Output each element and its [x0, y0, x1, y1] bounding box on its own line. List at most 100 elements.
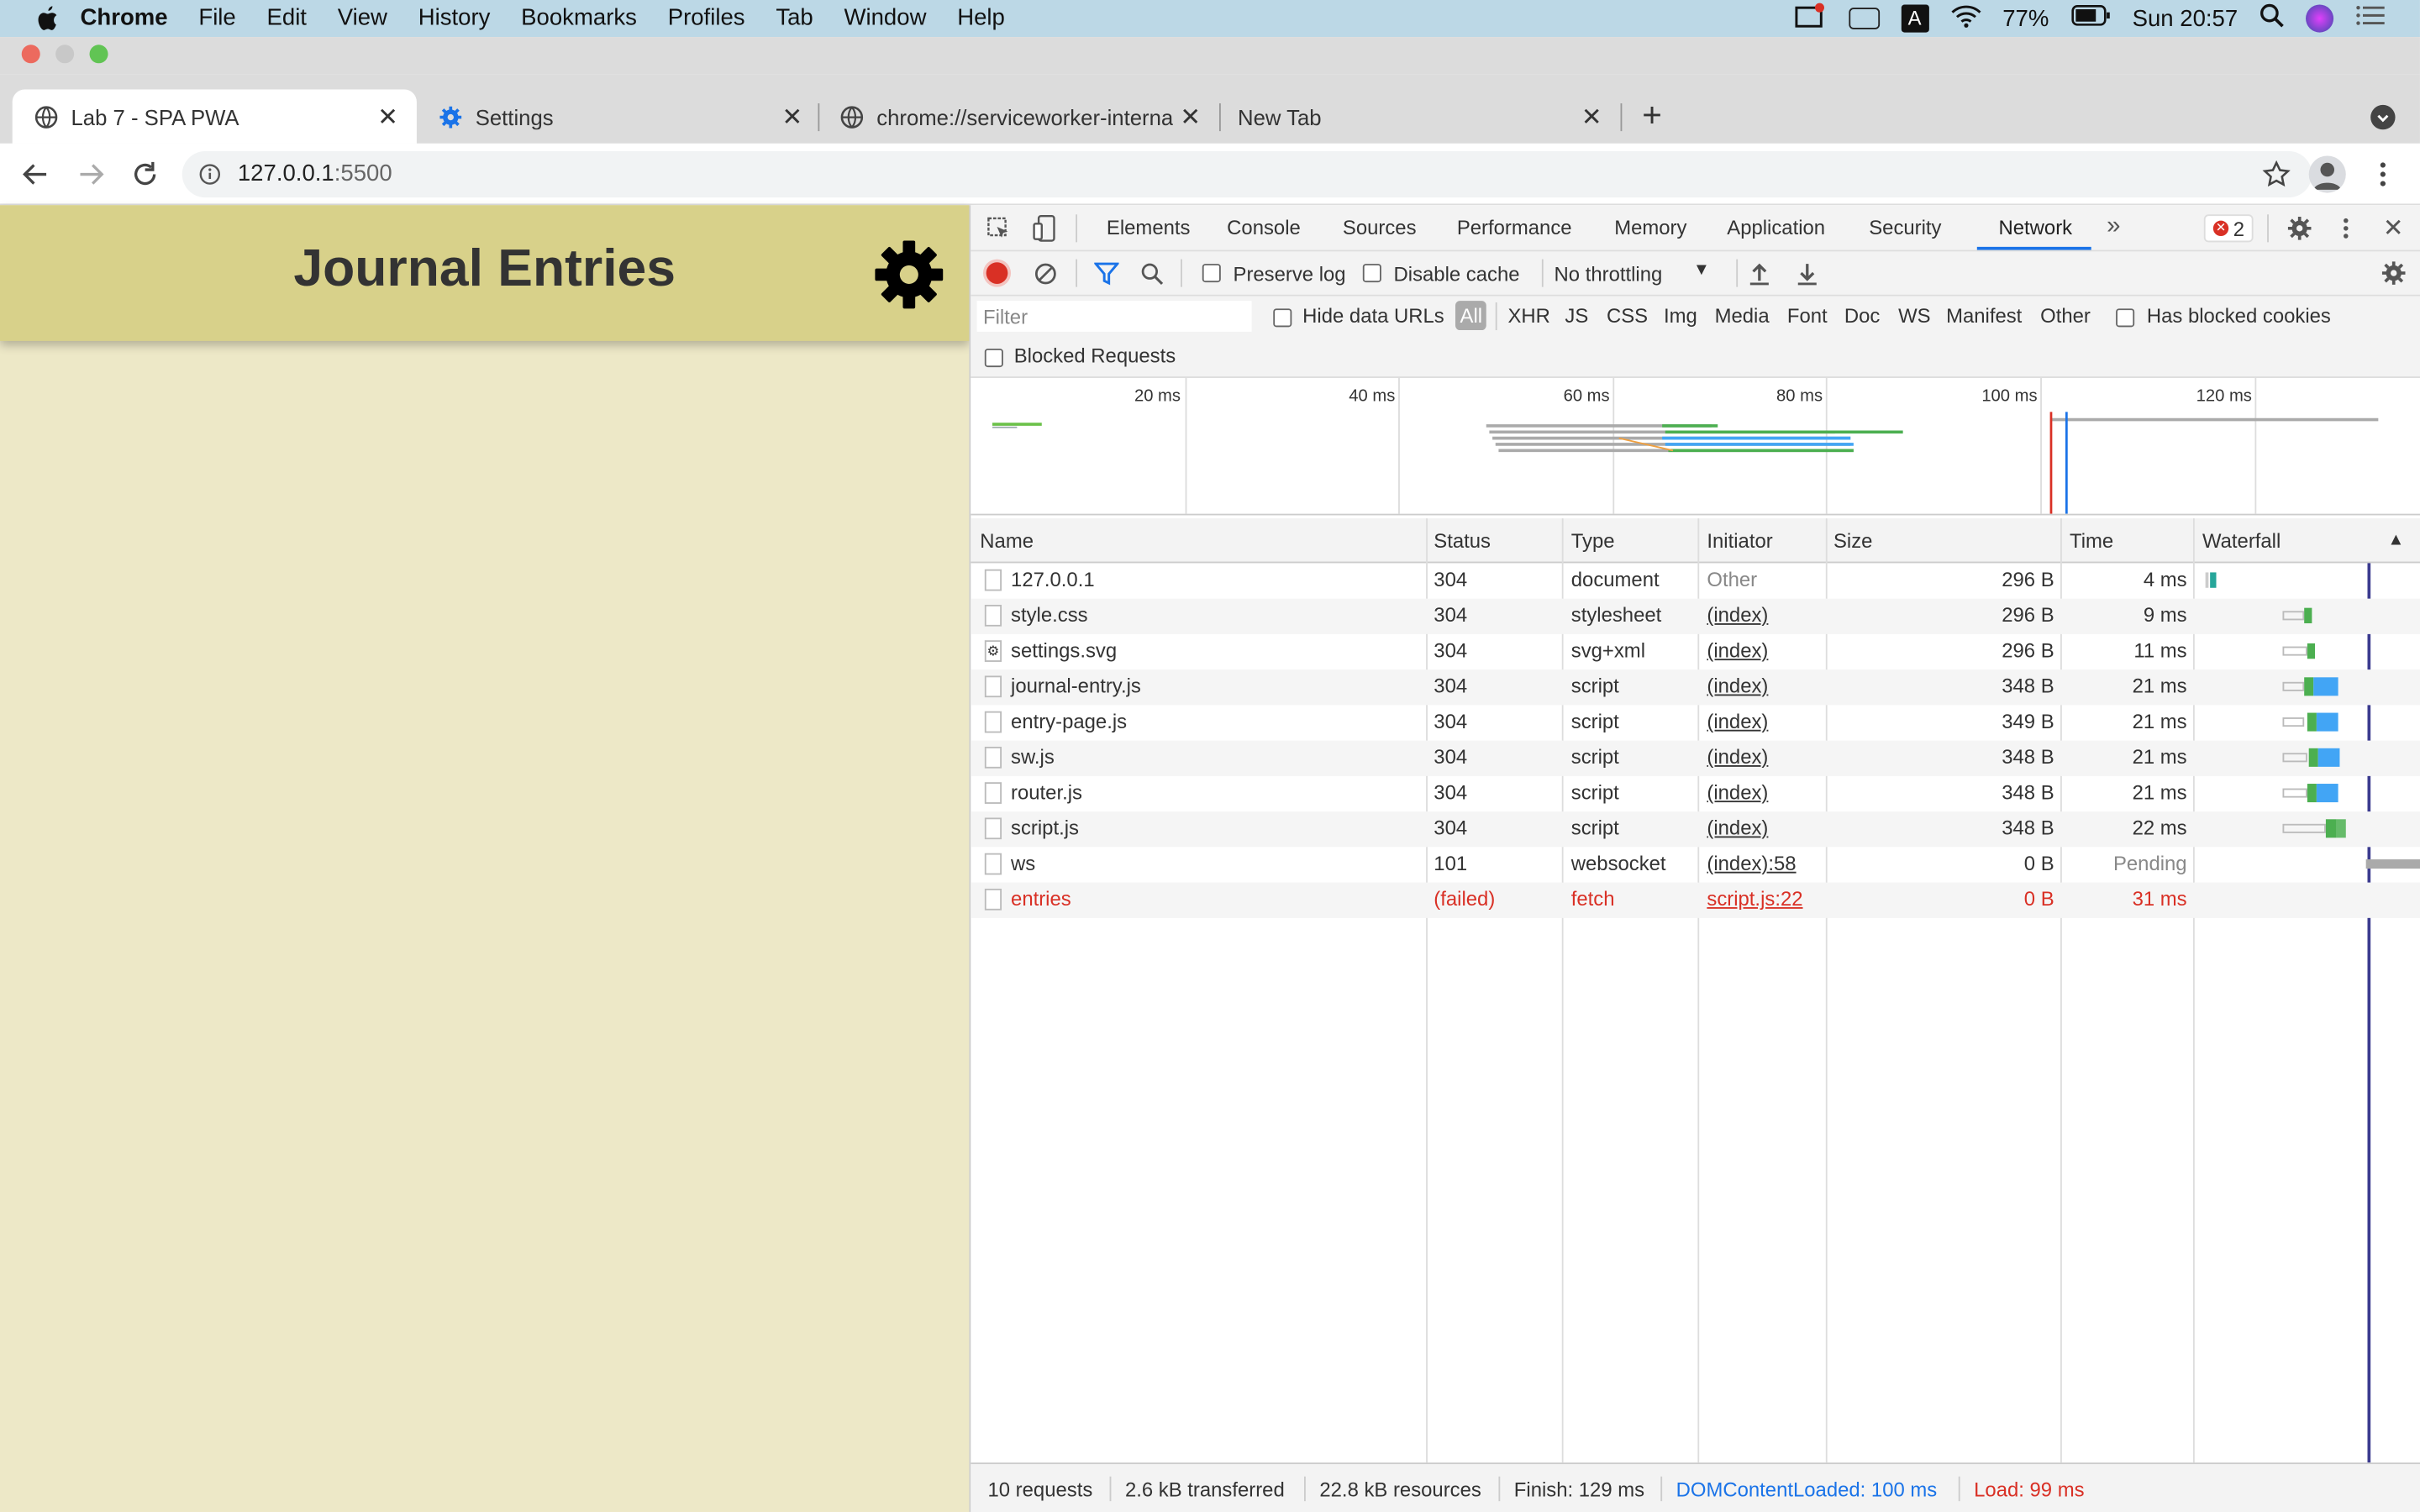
request-initiator[interactable]: script.js:22: [1707, 887, 1802, 911]
filter-type-css[interactable]: CSS: [1607, 304, 1648, 328]
wifi-icon[interactable]: [1950, 3, 1981, 34]
filter-type-doc[interactable]: Doc: [1844, 304, 1880, 328]
devtools-tab-network[interactable]: Network: [1999, 216, 2073, 239]
notification-center-icon[interactable]: [2355, 3, 2386, 34]
devtools-tab-performance[interactable]: Performance: [1457, 216, 1572, 239]
request-name[interactable]: entry-page.js: [1011, 710, 1127, 733]
column-header-type[interactable]: Type: [1571, 529, 1615, 553]
import-har-icon[interactable]: [1749, 262, 1770, 286]
blocked-requests-checkbox[interactable]: [984, 349, 1003, 368]
info-icon[interactable]: [199, 164, 221, 186]
request-name[interactable]: script.js: [1011, 816, 1079, 840]
siri-icon[interactable]: [2306, 4, 2334, 33]
filter-type-js[interactable]: JS: [1565, 304, 1588, 328]
tab-serviceworker-internals[interactable]: chrome://serviceworker-internals ✕: [818, 90, 1219, 144]
menu-help[interactable]: Help: [942, 0, 1020, 37]
column-header-size[interactable]: Size: [1833, 529, 1872, 553]
request-initiator[interactable]: (index): [1707, 603, 1768, 627]
menu-edit[interactable]: Edit: [251, 0, 322, 37]
request-name[interactable]: sw.js: [1011, 745, 1055, 769]
address-bar[interactable]: 127.0.0.1:5500: [182, 150, 2312, 198]
display-icon[interactable]: [1848, 8, 1880, 29]
tab-search-icon[interactable]: [2370, 104, 2396, 130]
input-source-icon[interactable]: A: [1901, 4, 1929, 33]
filter-funnel-icon[interactable]: [1094, 262, 1119, 286]
network-settings-gear-icon[interactable]: [2381, 260, 2406, 285]
table-row[interactable]: router.js 304 script (index) 348 B 21 ms: [971, 776, 2420, 811]
request-name[interactable]: router.js: [1011, 780, 1082, 804]
request-name[interactable]: journal-entry.js: [1011, 675, 1141, 698]
battery-icon[interactable]: [2070, 5, 2111, 33]
kebab-menu-icon[interactable]: [2374, 160, 2392, 188]
filter-type-all[interactable]: All: [1455, 301, 1487, 331]
tab-close-icon[interactable]: ✕: [781, 101, 802, 132]
request-initiator[interactable]: (index): [1707, 638, 1768, 662]
more-tabs-chevron-icon[interactable]: »: [2107, 213, 2120, 240]
export-har-icon[interactable]: [1797, 262, 1818, 286]
minimize-window-button[interactable]: [55, 45, 75, 64]
forward-arrow-icon[interactable]: [77, 160, 105, 188]
throttling-select[interactable]: No throttling ▼: [1555, 256, 1718, 290]
menubar-clock[interactable]: Sun 20:57: [2133, 5, 2238, 31]
tab-close-icon[interactable]: ✕: [1180, 101, 1201, 132]
reload-icon[interactable]: [131, 160, 159, 188]
table-row[interactable]: entries (failed) fetch script.js:22 0 B …: [971, 882, 2420, 918]
devtools-tab-sources[interactable]: Sources: [1343, 216, 1417, 239]
search-icon[interactable]: [1140, 262, 1164, 286]
filter-type-ws[interactable]: WS: [1898, 304, 1930, 328]
tab-close-icon[interactable]: ✕: [377, 101, 398, 132]
column-header-waterfall[interactable]: Waterfall: [2202, 529, 2281, 553]
disable-cache-checkbox[interactable]: [1362, 264, 1381, 283]
table-row[interactable]: script.js 304 script (index) 348 B 22 ms: [971, 811, 2420, 848]
request-initiator[interactable]: (index): [1707, 780, 1768, 804]
table-row[interactable]: ws 101 websocket (index):58 0 B Pending: [971, 847, 2420, 882]
tab-settings[interactable]: Settings ✕: [417, 90, 821, 144]
table-row[interactable]: style.css 304 stylesheet (index) 296 B 9…: [971, 598, 2420, 634]
request-name[interactable]: settings.svg: [1011, 638, 1117, 662]
hide-data-urls-checkbox[interactable]: [1273, 308, 1292, 328]
table-row[interactable]: entry-page.js 304 script (index) 349 B 2…: [971, 705, 2420, 740]
request-name[interactable]: 127.0.0.1: [1011, 568, 1095, 591]
menu-view[interactable]: View: [322, 0, 402, 37]
menu-profiles[interactable]: Profiles: [652, 0, 760, 37]
menu-bookmarks[interactable]: Bookmarks: [506, 0, 653, 37]
zoom-window-button[interactable]: [89, 45, 108, 64]
request-name[interactable]: style.css: [1011, 603, 1088, 627]
filter-input[interactable]: Filter: [976, 301, 1252, 332]
filter-type-xhr[interactable]: XHR: [1507, 304, 1549, 328]
table-row[interactable]: 127.0.0.1 304 document Other 296 B 4 ms: [971, 563, 2420, 598]
filter-type-media[interactable]: Media: [1715, 304, 1770, 328]
request-initiator[interactable]: (index): [1707, 816, 1768, 840]
request-initiator[interactable]: (index): [1707, 675, 1768, 698]
screen-recorder-icon[interactable]: [1792, 2, 1826, 35]
devtools-tab-console[interactable]: Console: [1227, 216, 1301, 239]
settings-gear-icon[interactable]: [874, 239, 944, 310]
column-header-time[interactable]: Time: [2070, 529, 2113, 553]
table-row[interactable]: ⚙ settings.svg 304 svg+xml (index) 296 B…: [971, 634, 2420, 669]
tab-new-tab[interactable]: New Tab ✕: [1219, 90, 1621, 144]
menu-window[interactable]: Window: [829, 0, 942, 37]
menu-history[interactable]: History: [402, 0, 505, 37]
request-initiator[interactable]: (index): [1707, 710, 1768, 733]
filter-type-font[interactable]: Font: [1787, 304, 1828, 328]
request-initiator[interactable]: (index): [1707, 745, 1768, 769]
devtools-kebab-icon[interactable]: [2339, 216, 2352, 240]
inspect-element-icon[interactable]: [986, 216, 1011, 240]
record-button[interactable]: [986, 262, 1008, 284]
menu-tab[interactable]: Tab: [760, 0, 829, 37]
column-header-name[interactable]: Name: [980, 529, 1034, 553]
back-arrow-icon[interactable]: [22, 160, 50, 188]
tab-lab7[interactable]: Lab 7 - SPA PWA ✕: [12, 89, 417, 144]
url-text[interactable]: 127.0.0.1:5500: [238, 160, 392, 186]
filter-type-manifest[interactable]: Manifest: [1946, 304, 2022, 328]
close-window-button[interactable]: [21, 45, 40, 64]
sort-ascending-icon[interactable]: ▲: [2387, 531, 2404, 549]
profile-avatar-icon[interactable]: [2308, 155, 2346, 193]
column-header-status[interactable]: Status: [1434, 529, 1491, 553]
table-row[interactable]: journal-entry.js 304 script (index) 348 …: [971, 669, 2420, 706]
filter-type-img[interactable]: Img: [1664, 304, 1697, 328]
request-initiator[interactable]: (index):58: [1707, 852, 1796, 875]
table-row[interactable]: sw.js 304 script (index) 348 B 21 ms: [971, 740, 2420, 776]
devtools-tab-elements[interactable]: Elements: [1107, 216, 1191, 239]
devtools-tab-application[interactable]: Application: [1727, 216, 1825, 239]
